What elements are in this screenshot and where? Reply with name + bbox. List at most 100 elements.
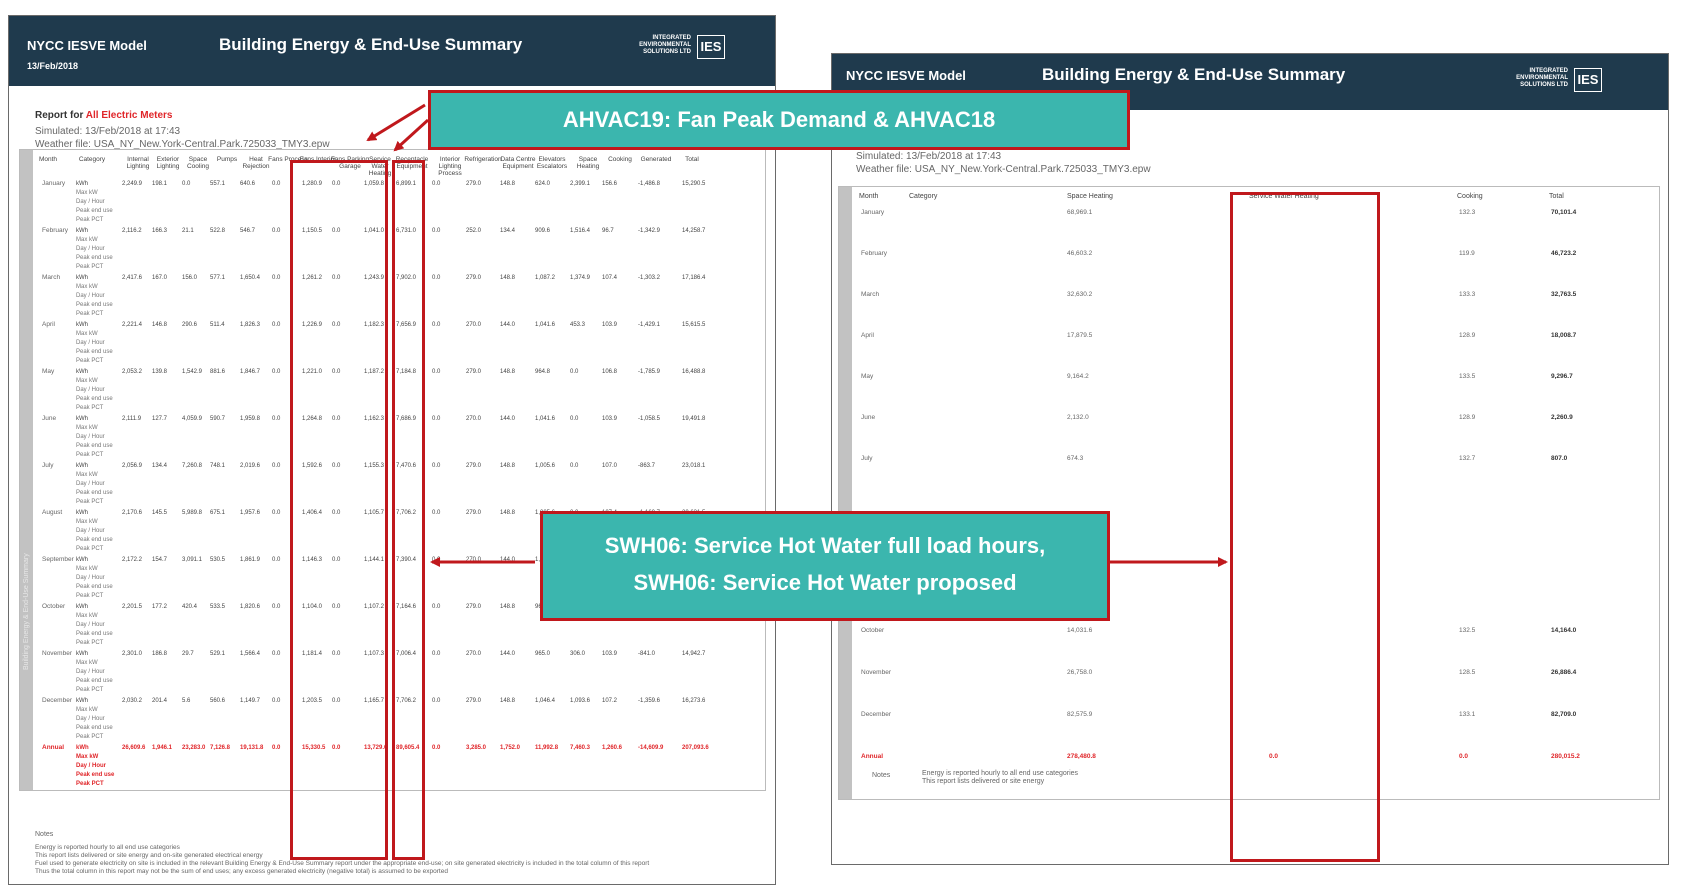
cooking-value: 119.9 <box>1459 250 1475 257</box>
category-label: kWh <box>76 228 88 234</box>
cell-value: 557.1 <box>210 181 226 187</box>
cooking-value: 0.0 <box>1459 753 1469 760</box>
cooking-value: 132.5 <box>1459 627 1476 634</box>
cell-value: 965.0 <box>535 651 551 657</box>
cell-value: 201.4 <box>152 698 168 704</box>
cooking-value: 128.9 <box>1459 332 1476 339</box>
table-row: Day / Hour <box>20 386 760 394</box>
cell-value: 529.1 <box>210 651 226 657</box>
table-row: Day / Hour <box>20 480 760 488</box>
cell-value: 306.0 <box>570 651 586 657</box>
cell-value: 148.8 <box>500 275 516 281</box>
cell-value: 1,005.6 <box>535 463 556 469</box>
month-label: Annual <box>861 753 884 760</box>
category-label: Max kW <box>76 519 98 525</box>
table-row: Peak PCT <box>20 404 760 412</box>
cell-value: 0.0 <box>272 604 281 610</box>
category-label: Day / Hour <box>76 528 105 534</box>
cell-value: 1,566.4 <box>240 651 261 657</box>
cell-value: 0.0 <box>432 604 441 610</box>
cell-value: 144.0 <box>500 322 516 328</box>
category-label: Max kW <box>76 566 98 572</box>
cell-value: 0.0 <box>182 181 191 187</box>
category-label: Max kW <box>76 237 98 243</box>
cell-value: 0.0 <box>272 275 281 281</box>
total-value: 70,101.4 <box>1551 209 1577 216</box>
cooking-value: 133.3 <box>1459 291 1476 298</box>
cell-value: 1,542.9 <box>182 369 203 375</box>
cell-value: 148.8 <box>500 463 516 469</box>
cell-value: 144.0 <box>500 651 516 657</box>
cell-value: 0.0 <box>432 745 441 751</box>
cell-value: 148.8 <box>500 604 516 610</box>
cell-value: 2,053.2 <box>122 369 143 375</box>
cell-value: 0.0 <box>272 181 281 187</box>
category-label: Peak PCT <box>76 734 104 740</box>
cell-value: 0.0 <box>432 698 441 704</box>
cell-value: 11,992.8 <box>535 745 559 751</box>
simulation-meta: Simulated: 13/Feb/2018 at 17:43 Weather … <box>35 126 330 150</box>
category-label: Day / Hour <box>76 387 105 393</box>
cell-value: 279.0 <box>466 181 482 187</box>
cell-value: 156.0 <box>182 275 198 281</box>
category-label: Day / Hour <box>76 575 105 581</box>
cell-value: 2,221.4 <box>122 322 143 328</box>
cell-value: 156.6 <box>602 181 618 187</box>
cell-value: 590.7 <box>210 416 226 422</box>
cell-value: 2,417.6 <box>122 275 143 281</box>
cell-value: 5.6 <box>182 698 191 704</box>
cell-value: 252.0 <box>466 228 482 234</box>
cell-value: 16,488.8 <box>682 369 706 375</box>
building-title: Building Energy & End-Use Summary <box>1042 65 1346 84</box>
category-label: Peak PCT <box>76 593 104 599</box>
cell-value: 2,399.1 <box>570 181 591 187</box>
table-row: Peak end use <box>20 677 760 685</box>
cell-value: 7,460.3 <box>570 745 591 751</box>
cell-value: 0.0 <box>272 463 281 469</box>
category-label: Peak end use <box>76 537 113 543</box>
cell-value: 270.0 <box>466 322 482 328</box>
fan-peak-callout: AHVAC19: Fan Peak Demand & AHVAC18 <box>428 90 1130 150</box>
category-label: Max kW <box>76 378 98 384</box>
table-row: Peak PCT <box>20 639 760 647</box>
table-row: Day / Hour <box>20 621 760 629</box>
cell-value: 533.5 <box>210 604 226 610</box>
category-label: kWh <box>76 322 88 328</box>
cell-value: 146.8 <box>152 322 168 328</box>
table-row: Max kW <box>20 189 760 197</box>
cell-value: 107.0 <box>602 463 618 469</box>
total-value: 82,709.0 <box>1551 711 1577 718</box>
table-row: Peak end use <box>20 254 760 262</box>
cell-value: 2,056.9 <box>122 463 143 469</box>
cell-value: -1,359.6 <box>638 698 661 704</box>
cell-value: 1,846.7 <box>240 369 261 375</box>
cell-value: 909.6 <box>535 228 551 234</box>
total-value: 18,008.7 <box>1551 332 1577 339</box>
cell-value: 148.8 <box>500 181 516 187</box>
cell-value: -1,486.8 <box>638 181 661 187</box>
cell-value: -841.0 <box>638 651 656 657</box>
category-label: Peak end use <box>76 396 113 402</box>
category-label: Day / Hour <box>76 716 105 722</box>
cell-value: 0.0 <box>272 322 281 328</box>
cell-value: 964.8 <box>535 369 551 375</box>
cell-value: -1,429.1 <box>638 322 661 328</box>
category-label: Peak PCT <box>76 311 104 317</box>
cell-value: 2,301.0 <box>122 651 143 657</box>
category-label: Peak end use <box>76 631 113 637</box>
table-row: kWh 2,221.4 146.8 290.6 511.4 1,826.3 0.0 1,226… <box>20 321 760 329</box>
cell-value: -14,609.9 <box>638 745 664 751</box>
cell-value: 453.3 <box>570 322 586 328</box>
column-header: Elevators Escalators <box>536 156 568 170</box>
category-label: Peak end use <box>76 255 113 261</box>
table-row: Peak PCT <box>20 310 760 318</box>
cell-value: 511.4 <box>210 322 225 328</box>
building-title: Building Energy & End-Use Summary <box>219 35 523 54</box>
ies-logo: IES <box>697 35 725 59</box>
category-label: Peak end use <box>76 302 113 308</box>
cell-value: 26,609.6 <box>122 745 146 751</box>
note-line: This report lists delivered or site ener… <box>922 778 1045 785</box>
category-label: Peak end use <box>76 725 113 731</box>
table-row: kWh 26,609.6 1,946.1 23,283.0 7,126.8 19,131.… <box>20 744 760 752</box>
space-heating-value: 82,575.9 <box>1067 711 1093 718</box>
